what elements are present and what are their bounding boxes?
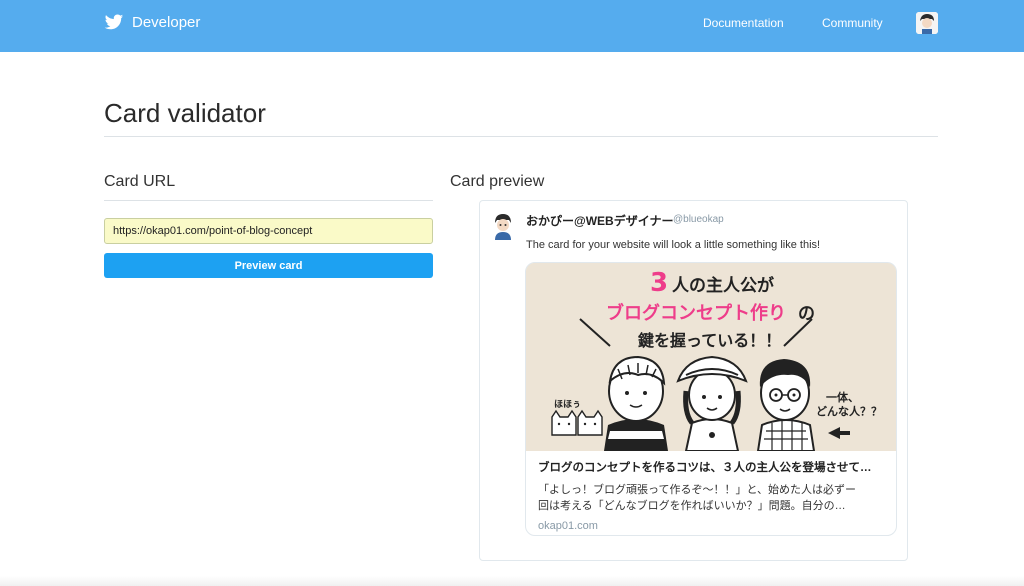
tweet-author-avatar bbox=[491, 212, 515, 240]
card-preview-heading: Card preview bbox=[450, 173, 545, 190]
question-note-line-1: 一体、 bbox=[826, 390, 859, 404]
brand-label: Developer bbox=[132, 13, 201, 31]
nav-community-link[interactable]: Community bbox=[822, 16, 883, 30]
question-note-line-2: どんな人？？ bbox=[816, 404, 882, 418]
tweet-author-handle: @blueokap bbox=[673, 214, 724, 225]
card-description: 「よしっ！ブログ頑張って作るぞ〜！！」と、始めた人は必ずー 回は考える「どんなブ… bbox=[538, 482, 888, 514]
cat-note: ほほぅ bbox=[554, 399, 581, 410]
page-bottom-shade bbox=[0, 576, 1024, 586]
headline-line-2-highlight: ブログコンセプト作り bbox=[606, 302, 786, 324]
tweet-text: The card for your website will look a li… bbox=[526, 239, 821, 251]
card-title: ブログのコンセプトを作るコツは、３人の主人公を登場させて… bbox=[538, 462, 872, 474]
card-description-line-1: 「よしっ！ブログ頑張って作るぞ〜！！」と、始めた人は必ずー bbox=[538, 484, 857, 496]
headline-number: 3 bbox=[650, 268, 668, 298]
card-domain: okap01.com bbox=[538, 520, 598, 532]
card-image: 3 人の主人公が ブログコンセプト作り の 鍵を握っている！！ ほほぅ 一体、 … bbox=[526, 263, 896, 452]
card-url-heading: Card URL bbox=[104, 173, 176, 190]
headline-line-3: 鍵を握っている！！ bbox=[638, 331, 781, 350]
user-avatar[interactable] bbox=[916, 12, 938, 34]
top-navigation-bar: Developer Documentation Community bbox=[0, 0, 1024, 52]
nav-documentation-link[interactable]: Documentation bbox=[703, 16, 784, 30]
summary-card[interactable]: 3 人の主人公が ブログコンセプト作り の 鍵を握っている！！ ほほぅ 一体、 … bbox=[525, 262, 897, 536]
headline-line-2-suffix: の bbox=[798, 304, 815, 324]
card-text-block: ブログのコンセプトを作るコツは、３人の主人公を登場させて… 「よしっ！ブログ頑張… bbox=[538, 459, 888, 532]
card-description-line-2: 回は考える「どんなブログを作ればいいか？」問題。自分の… bbox=[538, 500, 846, 512]
tweet-author-name: おかぴー@WEBデザイナー bbox=[526, 214, 674, 228]
card-url-divider bbox=[104, 200, 433, 201]
preview-card-button[interactable]: Preview card bbox=[104, 253, 433, 278]
character-3 bbox=[756, 359, 816, 452]
page-title: Card validator bbox=[104, 98, 266, 128]
character-1 bbox=[604, 355, 668, 451]
title-divider bbox=[104, 136, 938, 137]
headline-line-1: 人の主人公が bbox=[672, 275, 774, 296]
character-2 bbox=[676, 355, 748, 452]
card-url-input[interactable] bbox=[104, 218, 433, 244]
author-avatar-illustration bbox=[495, 214, 511, 240]
avatar-illustration bbox=[916, 12, 938, 34]
brand[interactable]: Developer bbox=[104, 12, 200, 32]
twitter-bird-icon bbox=[104, 14, 124, 30]
card-illustration: 3 人の主人公が ブログコンセプト作り の 鍵を握っている！！ ほほぅ 一体、 … bbox=[526, 263, 896, 452]
